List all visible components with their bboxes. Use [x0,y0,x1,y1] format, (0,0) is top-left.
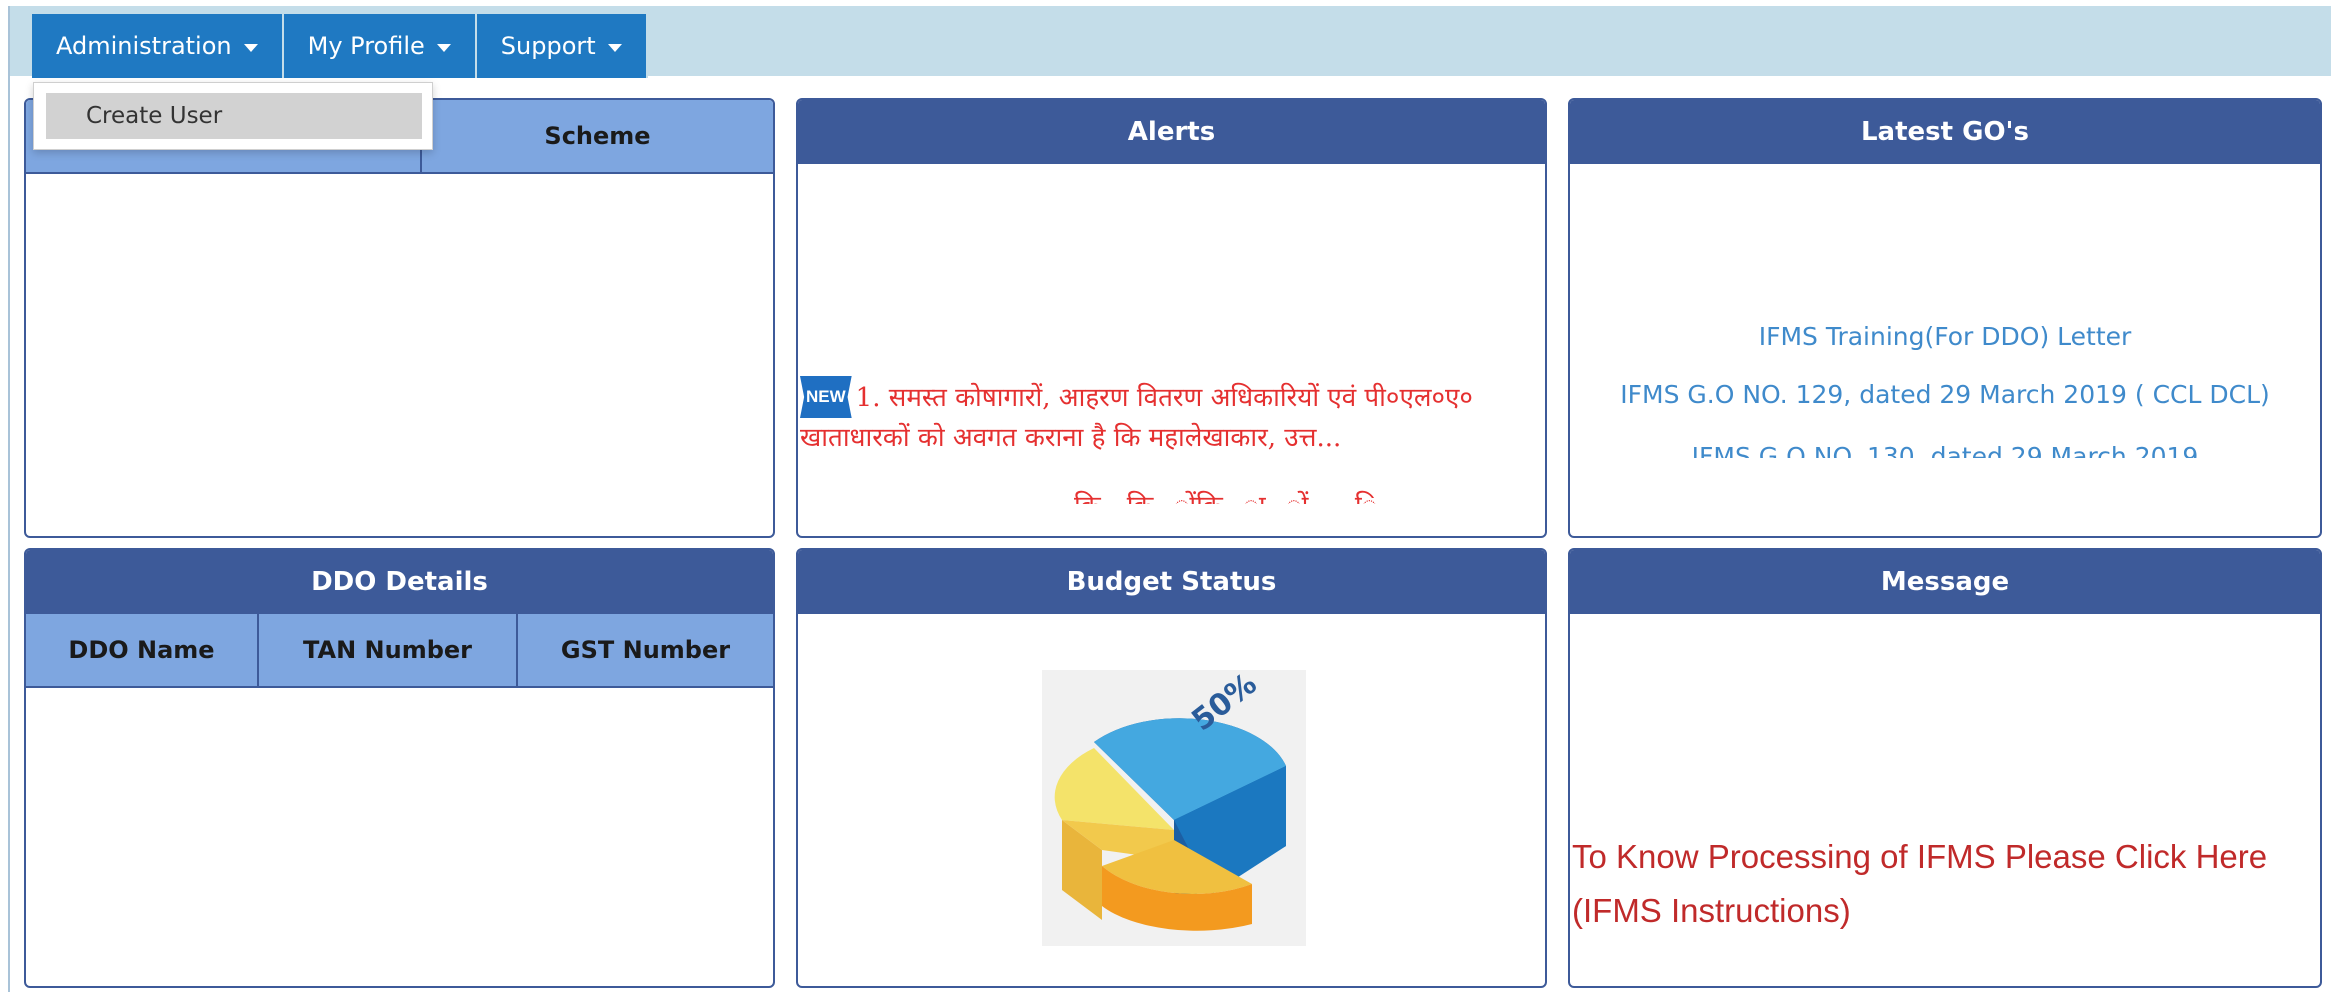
administration-dropdown: Create User [33,82,433,150]
ddo-details-title: DDO Details [26,550,773,614]
budget-status-title: Budget Status [798,550,1545,614]
message-line: To Know Processing of IFMS Please Click … [1572,838,2268,875]
caret-down-icon [436,43,451,52]
alerts-panel: Alerts NEW 1. समस्त कोषागारों, आहरण वितरण… [796,98,1547,538]
latest-gos-title: Latest GO's [1570,100,2320,164]
scheme-panel: Scheme [24,98,775,538]
message-line: (IFMS Instructions) [1572,892,1851,929]
latest-gos-marquee: IFMS Training(For DDO) Letter IFMS G.O N… [1570,164,2320,458]
message-title: Message [1570,550,2320,614]
menu-support-label: Support [500,32,596,60]
menu-my-profile[interactable]: My Profile [283,14,477,78]
scheme-col-scheme-header: Scheme [544,122,651,150]
go-link[interactable]: IFMS G.O NO. 129, dated 29 March 2019 ( … [1570,380,2320,409]
budget-status-panel: Budget Status 50% [796,548,1547,988]
caret-down-icon [607,43,622,52]
dropdown-item-create-user[interactable]: Create User [46,93,422,139]
alerts-marquee: NEW 1. समस्त कोषागारों, आहरण वितरण अधिकार… [798,164,1545,536]
alert-item-partial: …कि…कि…ोंकि…ा…ों……ि [798,484,1545,504]
ddo-name-header: DDO Name [26,614,259,686]
caret-down-icon [243,43,258,52]
go-link[interactable]: IFMS G.O NO. 130, dated 29 March 2019 [1570,442,2320,458]
menu-my-profile-label: My Profile [307,32,425,60]
main-menu: Administration My Profile Support [32,14,648,78]
ddo-table-header: DDO Name TAN Number GST Number [26,614,773,688]
alerts-title: Alerts [798,100,1545,164]
alert-item[interactable]: NEW 1. समस्त कोषागारों, आहरण वितरण अधिकार… [800,376,1545,458]
ifms-instructions-link[interactable]: To Know Processing of IFMS Please Click … [1572,830,2267,938]
top-navigation-bar: Administration My Profile Support [10,6,2331,78]
gst-number-header: GST Number [560,636,731,664]
menu-administration-label: Administration [56,32,232,60]
latest-gos-panel: Latest GO's IFMS Training(For DDO) Lette… [1568,98,2322,538]
alert-item-partial-text: …कि…कि…ोंकि…ा…ों……ि [1048,486,1377,504]
alert-item-text: 1. समस्त कोषागारों, आहरण वितरण अधिकारियो… [800,383,1473,453]
message-panel: Message To Know Processing of IFMS Pleas… [1568,548,2322,988]
menu-support[interactable]: Support [476,14,648,78]
go-link[interactable]: IFMS Training(For DDO) Letter [1570,322,2320,351]
pie-chart-icon: 50% [1042,667,1306,946]
ddo-details-panel: DDO Details DDO Name TAN Number GST Numb… [24,548,775,988]
menu-administration[interactable]: Administration [32,14,284,78]
tan-number-header: TAN Number [259,614,518,686]
new-badge-icon: NEW [800,376,852,418]
